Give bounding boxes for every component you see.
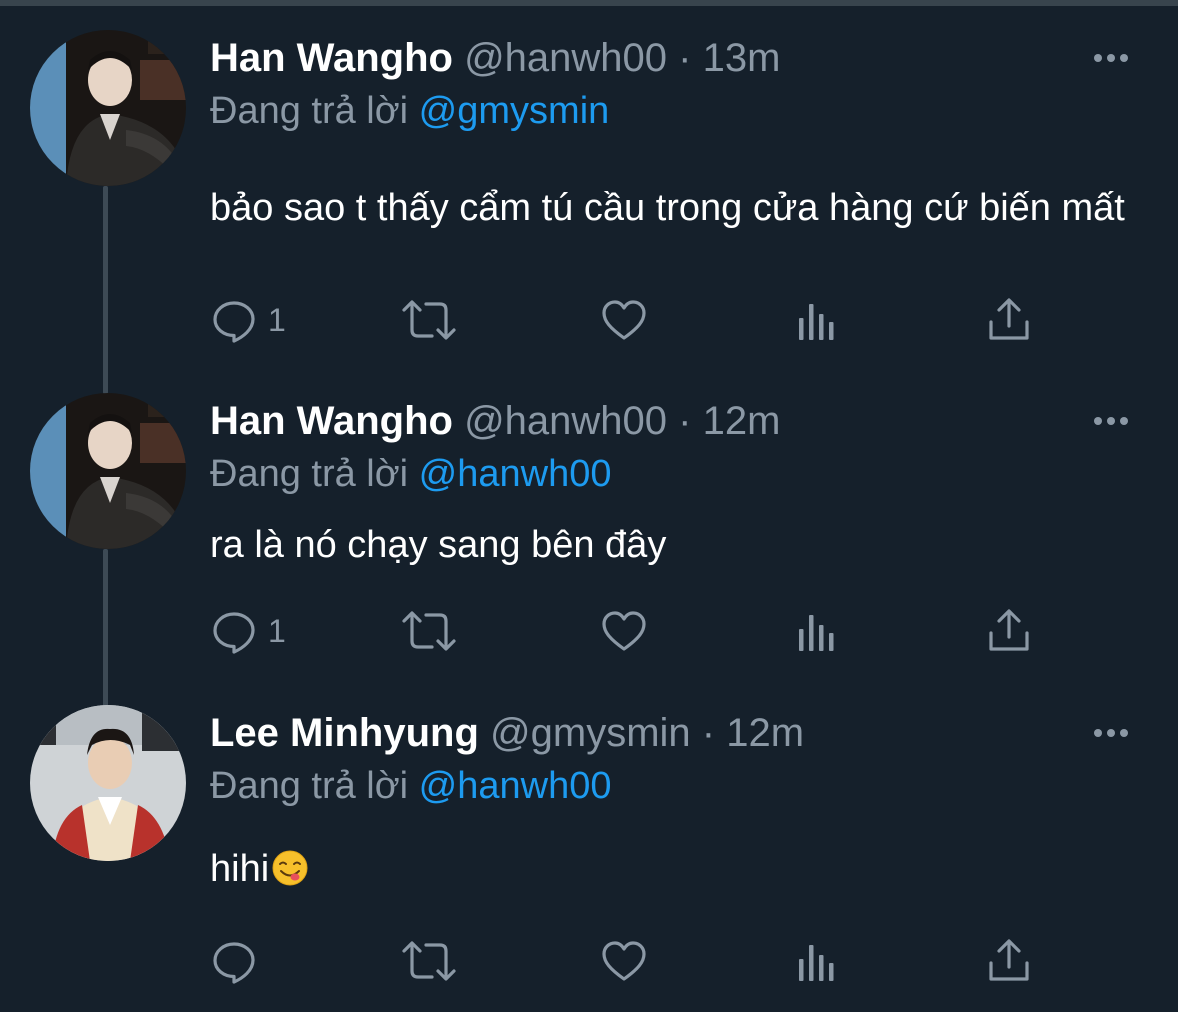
- author-name[interactable]: Han Wangho: [210, 399, 453, 443]
- reply-prefix: Đang trả lời: [210, 90, 409, 132]
- heart-icon: [602, 611, 646, 651]
- retweet-icon: [402, 300, 456, 340]
- action-bar: 1: [210, 292, 1110, 348]
- views-icon: [799, 304, 834, 340]
- face-savoring-food-emoji: [272, 850, 308, 886]
- author-handle[interactable]: @gmysmin: [490, 711, 691, 755]
- share-icon: [989, 298, 1029, 340]
- views-icon: [799, 945, 834, 981]
- like-button[interactable]: [600, 933, 648, 989]
- tweet-header: Han Wangho @hanwh00 · 13m: [210, 34, 780, 82]
- reply-mention-link[interactable]: @hanwh00: [419, 765, 612, 807]
- more-icon[interactable]: [1094, 723, 1134, 743]
- like-button[interactable]: [600, 292, 648, 348]
- author-name[interactable]: Lee Minhyung: [210, 711, 479, 755]
- tweet-header: Lee Minhyung @gmysmin · 12m: [210, 709, 804, 757]
- reply-button[interactable]: [210, 933, 268, 989]
- more-icon[interactable]: [1094, 411, 1134, 431]
- reply-icon: [213, 612, 255, 654]
- views-button[interactable]: [796, 603, 838, 659]
- timestamp[interactable]: 12m: [726, 711, 804, 755]
- reply-button[interactable]: 1: [210, 603, 286, 659]
- share-button[interactable]: [986, 292, 1032, 348]
- share-icon: [989, 609, 1029, 651]
- reply-icon: [213, 942, 255, 984]
- avatar[interactable]: [30, 705, 186, 861]
- heart-icon: [602, 941, 646, 981]
- share-button[interactable]: [986, 933, 1032, 989]
- tweet[interactable]: Lee Minhyung @gmysmin · 12m Đang trả lời…: [0, 705, 1178, 995]
- like-button[interactable]: [600, 603, 648, 659]
- separator-dot: ·: [678, 399, 692, 443]
- reply-icon: [213, 301, 255, 343]
- author-name[interactable]: Han Wangho: [210, 36, 453, 80]
- retweet-button[interactable]: [400, 933, 458, 989]
- tweet-header: Han Wangho @hanwh00 · 12m: [210, 397, 780, 445]
- action-bar: [210, 933, 1110, 989]
- reply-count: 1: [268, 612, 286, 649]
- top-divider: [0, 0, 1178, 6]
- avatar[interactable]: [30, 30, 186, 186]
- share-button[interactable]: [986, 603, 1032, 659]
- share-icon: [989, 939, 1029, 981]
- tweet[interactable]: Han Wangho @hanwh00 · 12m Đang trả lời @…: [0, 393, 1178, 693]
- separator-dot: ·: [701, 711, 716, 755]
- reply-mention-link[interactable]: @hanwh00: [419, 453, 612, 495]
- avatar[interactable]: [30, 393, 186, 549]
- retweet-button[interactable]: [400, 292, 458, 348]
- reply-mention-link[interactable]: @gmysmin: [419, 90, 610, 132]
- retweet-icon: [402, 941, 456, 981]
- reply-prefix: Đang trả lời: [210, 453, 409, 495]
- tweet-text: ra là nó chạy sang bên đây: [210, 524, 667, 566]
- heart-icon: [602, 300, 646, 340]
- tweet-text: hihi: [210, 848, 270, 890]
- replying-to: Đang trả lời @hanwh00: [210, 762, 612, 810]
- author-handle[interactable]: @hanwh00: [464, 36, 667, 80]
- timestamp[interactable]: 12m: [703, 399, 781, 443]
- views-icon: [799, 615, 834, 651]
- retweet-button[interactable]: [400, 603, 458, 659]
- views-button[interactable]: [796, 292, 838, 348]
- timestamp[interactable]: 13m: [703, 36, 781, 80]
- reply-prefix: Đang trả lời: [210, 765, 409, 807]
- replying-to: Đang trả lời @gmysmin: [210, 87, 609, 135]
- reply-button[interactable]: 1: [210, 292, 286, 348]
- tweet[interactable]: Han Wangho @hanwh00 · 13m Đang trả lời @…: [0, 30, 1178, 370]
- replying-to: Đang trả lời @hanwh00: [210, 450, 612, 498]
- tweet-text: bảo sao t thấy cẩm tú cầu trong cửa hàng…: [210, 187, 1125, 229]
- views-button[interactable]: [796, 933, 838, 989]
- retweet-icon: [402, 611, 456, 651]
- more-icon[interactable]: [1094, 48, 1134, 68]
- reply-count: 1: [268, 301, 286, 338]
- tweet-text-container: hihi: [210, 843, 1130, 895]
- action-bar: 1: [210, 603, 1110, 659]
- separator-dot: ·: [678, 36, 692, 80]
- author-handle[interactable]: @hanwh00: [464, 399, 667, 443]
